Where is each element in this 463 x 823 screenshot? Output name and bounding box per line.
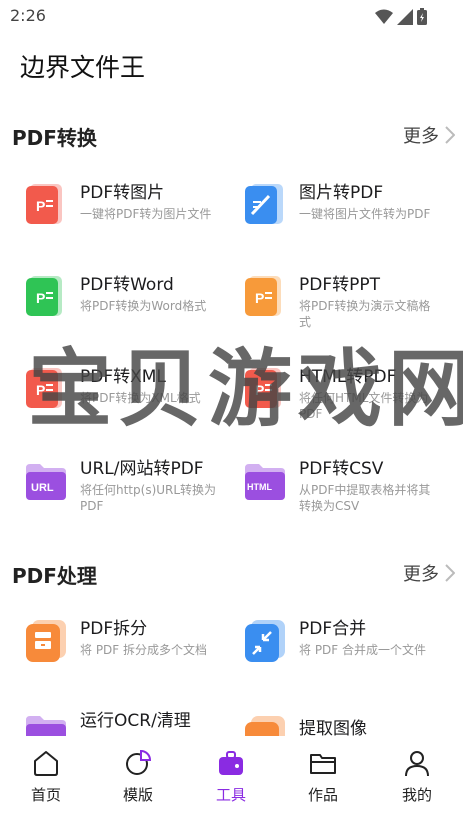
pdf-split-icon — [26, 620, 66, 662]
tab-label: 工具 — [215, 786, 246, 804]
tool-desc: 将 PDF 拆分成多个文档 — [80, 643, 208, 657]
bottom-tab-bar: 首页 模版 工具 作品 我的 — [0, 736, 463, 823]
user-icon — [405, 751, 429, 777]
tool-desc: 将任何http(s)URL转换为PDF — [80, 483, 217, 513]
tool-name: HTML转PDF — [299, 367, 397, 387]
tool-name: PDF转PPT — [299, 275, 381, 295]
tab-label: 我的 — [401, 786, 432, 804]
tab-template[interactable]: 模版 — [108, 744, 168, 810]
pdf-to-ppt-icon: P — [245, 276, 281, 316]
url-to-pdf-icon: URL — [26, 464, 66, 500]
tab-works[interactable]: 作品 — [293, 744, 353, 810]
tool-name: PDF转图片 — [80, 183, 165, 203]
tool-desc: 将PDF转换为演示文稿格式 — [299, 299, 431, 329]
tool-pdf-to-word[interactable]: P PDF转Word 将PDF转换为Word格式 — [24, 270, 234, 350]
tool-desc: 将 PDF 合并成一个文件 — [299, 643, 427, 657]
tool-name: PDF转Word — [80, 275, 174, 295]
tool-pdf-to-image[interactable]: P PDF转图片 一键将PDF转为图片文件 — [24, 178, 234, 258]
tool-pdf-split[interactable]: PDF拆分 将 PDF 拆分成多个文档 — [24, 614, 234, 694]
tool-desc: 一键将PDF转为图片文件 — [80, 207, 212, 221]
tab-label: 模版 — [122, 786, 153, 804]
pdf-to-xml-icon: P — [26, 368, 62, 408]
tool-desc: 将PDF转换为Word格式 — [80, 299, 207, 313]
tool-desc: 从PDF中提取表格并将其转换为CSV — [299, 483, 431, 513]
svg-text:HTML: HTML — [247, 482, 272, 492]
tool-name: PDF转CSV — [299, 459, 384, 479]
tool-name: PDF合并 — [299, 619, 367, 639]
status-time: 2:26 — [10, 6, 46, 25]
tab-label: 首页 — [30, 786, 61, 804]
svg-text:P: P — [36, 382, 45, 398]
more-button-convert[interactable]: 更多 — [403, 122, 455, 148]
svg-text:URL: URL — [31, 482, 54, 494]
tool-name: PDF转XML — [80, 367, 166, 387]
section-title: PDF处理 — [12, 564, 97, 588]
folder-icon — [310, 754, 336, 774]
tool-name: 图片转PDF — [299, 183, 384, 203]
tab-home[interactable]: 首页 — [16, 744, 76, 810]
more-label: 更多 — [403, 126, 439, 147]
svg-text:P: P — [255, 382, 264, 398]
svg-text:P: P — [255, 290, 264, 306]
image-to-pdf-icon — [245, 184, 283, 224]
tool-pdf-to-csv[interactable]: HTML PDF转CSV 从PDF中提取表格并将其转换为CSV — [243, 454, 453, 534]
tab-label: 作品 — [307, 786, 338, 804]
tool-html-to-pdf[interactable]: P HTML转PDF 将任何HTML文件转换为PDF — [243, 362, 453, 442]
tool-desc: 将任何HTML文件转换为PDF — [299, 391, 429, 421]
section-title: PDF转换 — [12, 126, 97, 150]
tool-pdf-merge[interactable]: PDF合并 将 PDF 合并成一个文件 — [243, 614, 453, 694]
svg-text:P: P — [36, 290, 45, 306]
more-button-process[interactable]: 更多 — [403, 560, 455, 586]
status-icons — [375, 8, 427, 25]
signal-icon — [397, 8, 413, 25]
tab-tools[interactable]: 工具 — [201, 744, 261, 810]
app-title: 边界文件王 — [20, 53, 146, 82]
tool-name: PDF拆分 — [80, 619, 148, 639]
svg-text:P: P — [36, 198, 45, 214]
wifi-icon — [375, 9, 393, 24]
tab-profile[interactable]: 我的 — [387, 744, 447, 810]
tool-pdf-to-xml[interactable]: P PDF转XML 将PDF转换为XML格式 — [24, 362, 234, 442]
battery-icon — [417, 8, 427, 25]
section-header-process: PDF处理 更多 — [0, 556, 463, 590]
tool-desc: 将PDF转换为XML格式 — [80, 391, 201, 405]
chevron-right-icon — [445, 564, 455, 582]
pdf-to-word-icon: P — [26, 276, 62, 316]
more-label: 更多 — [403, 564, 439, 585]
tool-name: 运行OCR/清理 — [80, 711, 191, 731]
template-icon — [126, 749, 152, 775]
tool-desc: 一键将图片文件转为PDF — [299, 207, 431, 221]
pdf-merge-icon — [245, 620, 285, 662]
section-header-convert: PDF转换 更多 — [0, 118, 463, 152]
pdf-to-image-icon: P — [26, 184, 62, 224]
home-icon — [34, 751, 58, 776]
pdf-to-csv-icon: HTML — [245, 464, 285, 500]
chevron-right-icon — [445, 126, 455, 144]
tool-pdf-to-ppt[interactable]: P PDF转PPT 将PDF转换为演示文稿格式 — [243, 270, 453, 350]
toolbox-icon — [219, 751, 243, 775]
html-to-pdf-icon: P — [245, 368, 281, 408]
tool-image-to-pdf[interactable]: 图片转PDF 一键将图片文件转为PDF — [243, 178, 453, 258]
tool-name: URL/网站转PDF — [80, 459, 204, 479]
tool-url-to-pdf[interactable]: URL URL/网站转PDF 将任何http(s)URL转换为PDF — [24, 454, 234, 534]
status-bar: 2:26 — [0, 0, 463, 34]
